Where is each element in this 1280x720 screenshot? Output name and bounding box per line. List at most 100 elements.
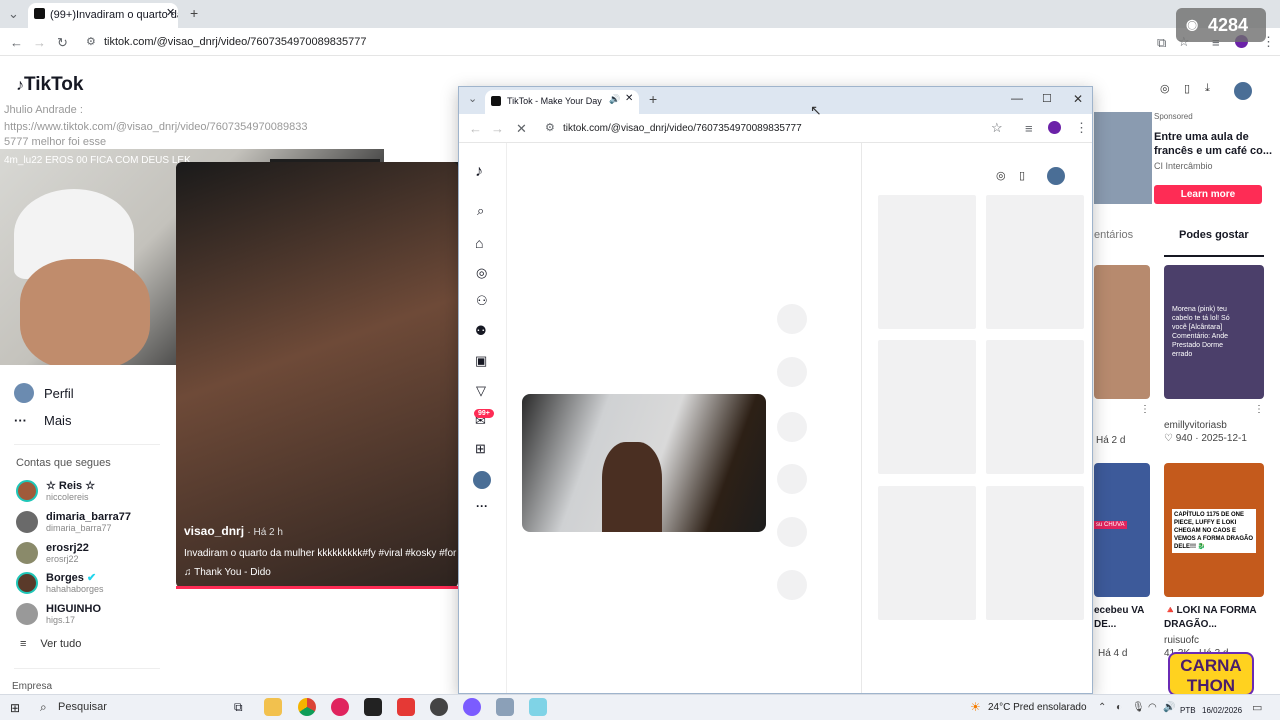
compass-icon[interactable]: ◎ — [996, 169, 1006, 182]
back-arrow-icon[interactable]: ← — [469, 121, 482, 136]
cast-icon[interactable]: ⧉ — [1157, 35, 1166, 51]
followed-account[interactable]: dimaria_barra77 dimaria_barra77 — [16, 511, 131, 533]
phone-icon[interactable]: ▯ — [1184, 82, 1190, 95]
tiktok-logo-icon[interactable]: ♪ — [475, 163, 483, 181]
logo-text: TikTok — [24, 74, 84, 95]
popup-video-player[interactable] — [522, 394, 766, 532]
tab-close-icon[interactable]: ✕ — [166, 6, 175, 19]
site-info-icon[interactable]: ⚙ — [545, 121, 555, 134]
app-icon[interactable] — [397, 698, 415, 716]
eye-icon: ◉ — [1186, 16, 1199, 32]
discord-icon[interactable] — [463, 698, 481, 716]
sidebar-item-more[interactable]: ··· Mais — [14, 413, 71, 428]
new-tab-icon[interactable]: + — [649, 91, 657, 107]
upload-icon[interactable]: ⊞ — [475, 441, 486, 457]
file-explorer-icon[interactable] — [264, 698, 282, 716]
search-icon[interactable]: ⌕ — [477, 203, 484, 219]
app-icon[interactable] — [364, 698, 382, 716]
profile-avatar[interactable] — [1048, 121, 1061, 134]
learn-more-button[interactable]: Learn more — [1154, 185, 1262, 204]
active-tab-indicator — [1164, 255, 1264, 257]
obs-icon[interactable] — [430, 698, 448, 716]
sidebar-item-profile[interactable]: Perfil — [14, 383, 74, 403]
popup-browser-window: ⌄ TikTok - Make Your Day 🔊 ✕ + — ☐ ✕ ← →… — [458, 86, 1093, 694]
home-icon[interactable]: ⌂ — [475, 235, 483, 251]
browser-tab-active[interactable]: (99+)Invadiram o quarto da m — [28, 3, 178, 28]
taskbar-search[interactable]: ⌕ Pesquisar — [34, 697, 210, 717]
app-icon[interactable] — [529, 698, 547, 716]
profile-avatar[interactable] — [473, 471, 491, 489]
friends-icon[interactable]: ⚉ — [475, 323, 487, 339]
language-indicator[interactable]: PTB — [1180, 706, 1196, 715]
compass-icon[interactable]: ◎ — [1160, 82, 1170, 95]
mic-icon[interactable]: 🎙 — [1132, 702, 1145, 713]
volume-icon[interactable]: 🔊 — [1163, 702, 1175, 713]
minimize-icon[interactable]: — — [1011, 91, 1023, 105]
ad-title[interactable]: Entre uma aula de francês e um café co..… — [1154, 130, 1274, 158]
forward-arrow-icon[interactable]: → — [33, 35, 46, 50]
media-control-icon[interactable]: ≡ — [1025, 121, 1033, 136]
followed-account[interactable]: Borges ✔ hahahaborges — [16, 572, 104, 594]
tab-comments[interactable]: entários — [1094, 229, 1133, 241]
wifi-icon[interactable]: ◠ — [1148, 702, 1157, 713]
tiktok-logo[interactable]: ♪TikTok — [16, 74, 83, 96]
followed-account[interactable]: erosrj22 erosrj22 — [16, 542, 89, 564]
chrome-icon[interactable] — [298, 698, 316, 716]
tray-icon[interactable]: ◐ — [1116, 702, 1122, 713]
tab-search-chevron-icon[interactable]: ⌄ — [8, 6, 19, 22]
followed-account[interactable]: HIGUINHO higs.17 — [16, 603, 101, 625]
new-tab-icon[interactable]: + — [190, 5, 198, 21]
see-all-link[interactable]: ≡ Ver tudo — [20, 638, 81, 650]
browser-menu-icon[interactable]: ⋮ — [1075, 120, 1088, 136]
app-icon[interactable] — [496, 698, 514, 716]
forward-arrow-icon[interactable]: → — [491, 121, 504, 136]
user-avatar[interactable] — [1234, 82, 1252, 100]
account-name: ☆ Reis ☆ — [46, 480, 96, 492]
rec-user[interactable]: emillyvitoriasb — [1164, 420, 1227, 431]
address-bar-url[interactable]: tiktok.com/@visao_dnrj/video/76073549700… — [104, 36, 367, 48]
webcam-person-face — [20, 259, 150, 365]
following-icon[interactable]: ⚇ — [476, 293, 488, 309]
recommended-video-thumb[interactable]: su CHUVA — [1094, 463, 1150, 597]
more-options-icon[interactable]: ⋮ — [1254, 404, 1264, 415]
tab-might-like[interactable]: Podes gostar — [1179, 229, 1249, 241]
address-bar-url[interactable]: tiktok.com/@visao_dnrj/video/76073549700… — [563, 123, 802, 134]
weather-widget[interactable]: 24°C Pred ensolarado — [988, 702, 1087, 713]
windows-start-icon[interactable]: ⊞ — [10, 701, 20, 715]
tab-search-chevron-icon[interactable]: ⌄ — [468, 92, 477, 105]
recommended-video-thumb[interactable]: Morena (pink) teu cabelo te tá lol! Só v… — [1164, 265, 1264, 399]
explore-icon[interactable]: ◎ — [476, 265, 487, 281]
user-avatar[interactable] — [1047, 167, 1065, 185]
more-dots-icon[interactable]: ··· — [476, 499, 488, 513]
bookmark-star-icon[interactable]: ☆ — [991, 120, 1003, 136]
clock-date[interactable]: 16/02/2026 — [1202, 706, 1242, 715]
followed-account[interactable]: ☆ Reis ☆ niccolereis — [16, 480, 95, 502]
opera-icon[interactable] — [331, 698, 349, 716]
task-view-icon[interactable]: ⧉ — [234, 700, 243, 715]
viewer-count: 4284 — [1208, 15, 1249, 35]
stop-loading-icon[interactable]: ✕ — [516, 121, 527, 137]
more-options-icon[interactable]: ⋮ — [1140, 404, 1150, 415]
video-author[interactable]: visao_dnrj · Há 2 h — [184, 524, 283, 538]
rec-caption[interactable]: ecebeu VA DE... — [1094, 604, 1150, 632]
phone-icon[interactable]: ▯ — [1019, 169, 1025, 182]
download-icon[interactable]: ⤓ — [1205, 82, 1210, 95]
recommended-video-thumb[interactable]: CAPÍTULO 1175 DE ONE PIECE, LUFFY E LOKI… — [1164, 463, 1264, 597]
window-close-icon[interactable]: ✕ — [1073, 92, 1083, 106]
maximize-icon[interactable]: ☐ — [1042, 92, 1052, 105]
tab-close-icon[interactable]: ✕ — [625, 93, 633, 104]
notifications-icon[interactable]: ▭ — [1252, 701, 1262, 714]
live-icon[interactable]: ▣ — [475, 353, 487, 369]
back-arrow-icon[interactable]: ← — [10, 35, 23, 50]
video-progress-bar[interactable] — [176, 586, 458, 589]
rec-caption[interactable]: 🔺LOKI NA FORMA DRAGÃO... — [1164, 604, 1264, 632]
site-info-icon[interactable]: ⚙ — [86, 35, 96, 48]
rec-user[interactable]: ruisuofc — [1164, 635, 1199, 646]
tray-chevron-icon[interactable]: ⌃ — [1098, 702, 1106, 713]
speaker-icon[interactable]: 🔊 — [609, 94, 620, 105]
activity-icon[interactable]: ▽ — [476, 383, 486, 399]
recommended-video-thumb[interactable] — [1094, 265, 1150, 399]
reload-icon[interactable]: ↻ — [57, 35, 68, 51]
ad-thumbnail[interactable] — [1094, 112, 1152, 204]
video-music[interactable]: ♫ Thank You - Dido — [184, 567, 271, 578]
